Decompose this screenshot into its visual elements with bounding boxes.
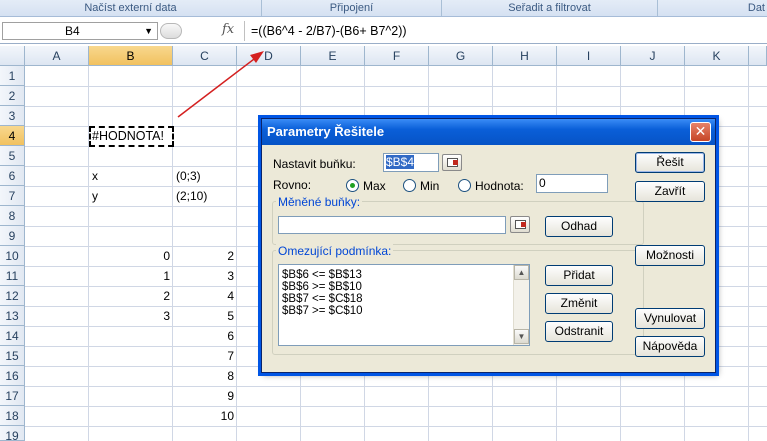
cell-b6[interactable]: x <box>92 166 98 186</box>
column-header-i[interactable]: I <box>557 46 621 66</box>
solve-button[interactable]: Řešit <box>635 152 705 173</box>
radio-value-label: Hodnota: <box>475 179 524 193</box>
cell-b11[interactable]: 1 <box>89 266 173 286</box>
dialog-title-bar[interactable]: Parametry Řešitele <box>262 119 715 145</box>
column-header-l[interactable] <box>749 46 767 66</box>
collapse-dialog-icon[interactable] <box>442 154 462 171</box>
row-header-14[interactable]: 14 <box>0 326 25 346</box>
cell-c12[interactable]: 4 <box>173 286 237 306</box>
list-item[interactable]: $B$7 >= $C$10 <box>282 305 363 317</box>
cell-c6[interactable]: (0;3) <box>176 166 201 186</box>
cell-b13[interactable]: 3 <box>89 306 173 326</box>
scroll-up-icon[interactable]: ▲ <box>514 265 529 280</box>
row-header-19[interactable]: 19 <box>0 426 25 441</box>
column-header-j[interactable]: J <box>621 46 685 66</box>
column-header-k[interactable]: K <box>685 46 749 66</box>
ribbon-group-data-tools[interactable]: Dat <box>658 0 767 16</box>
add-button[interactable]: Přidat <box>545 265 613 286</box>
select-all-corner[interactable] <box>0 46 25 66</box>
ribbon-group-connections[interactable]: Připojení <box>262 0 442 16</box>
column-header-e[interactable]: E <box>301 46 365 66</box>
changing-cells-label: Měněné buňky: <box>276 195 363 209</box>
name-box-value: B4 <box>65 24 80 38</box>
list-item[interactable]: $B$7 <= $C$18 <box>282 293 363 305</box>
row-header-4[interactable]: 4 <box>0 126 25 146</box>
value-input[interactable]: 0 <box>536 174 608 193</box>
options-button[interactable]: Možnosti <box>635 245 705 266</box>
list-item[interactable]: $B$6 <= $B$13 <box>282 269 362 281</box>
row-header-17[interactable]: 17 <box>0 386 25 406</box>
constraints-label: Omezující podmínka: <box>276 244 394 258</box>
radio-max[interactable] <box>346 179 359 192</box>
delete-button[interactable]: Odstranit <box>545 321 613 342</box>
formula-bar-resize-handle[interactable] <box>160 23 182 39</box>
column-header-h[interactable]: H <box>493 46 557 66</box>
cell-c15[interactable]: 7 <box>173 346 237 366</box>
row-header-9[interactable]: 9 <box>0 226 25 246</box>
formula-input[interactable]: =((B6^4 - 2/B7)-(B6+ B7^2)) <box>244 21 766 41</box>
close-icon[interactable]: ✕ <box>690 122 711 142</box>
annotation-arrow <box>177 51 264 118</box>
guess-button[interactable]: Odhad <box>545 216 613 237</box>
equal-to-label: Rovno: <box>273 178 312 192</box>
name-box[interactable]: B4 ▼ <box>2 22 158 40</box>
cell-c18[interactable]: 10 <box>173 406 237 426</box>
constraints-scrollbar[interactable]: ▲ ▼ <box>513 265 529 345</box>
ribbon-group-get-external-data[interactable]: Načíst externí data <box>0 0 262 16</box>
help-button[interactable]: Nápověda <box>635 336 705 357</box>
set-cell-value: $B$4 <box>386 155 415 169</box>
radio-min[interactable] <box>403 179 416 192</box>
formula-bar: B4 ▼ fx =((B6^4 - 2/B7)-(B6+ B7^2)) <box>0 18 767 44</box>
row-header-16[interactable]: 16 <box>0 366 25 386</box>
cell-b4-active[interactable]: #HODNOTA! <box>89 126 174 147</box>
cell-b7[interactable]: y <box>92 186 98 206</box>
column-header-a[interactable]: A <box>25 46 89 66</box>
radio-max-label: Max <box>363 179 386 193</box>
cell-c11[interactable]: 3 <box>173 266 237 286</box>
ribbon-group-strip: Načíst externí data Připojení Seřadit a … <box>0 0 767 17</box>
close-button[interactable]: Zavřít <box>635 181 705 202</box>
column-header-b[interactable]: B <box>89 46 173 66</box>
cell-c7[interactable]: (2;10) <box>176 186 207 206</box>
set-cell-label: Nastavit buňku: <box>273 157 356 171</box>
list-item[interactable]: $B$6 >= $B$10 <box>282 281 362 293</box>
solver-dialog: Parametry Řešitele ✕ Nastavit buňku: $B$… <box>261 118 716 373</box>
column-header-g[interactable]: G <box>429 46 493 66</box>
cell-c17[interactable]: 9 <box>173 386 237 406</box>
row-header-2[interactable]: 2 <box>0 86 25 106</box>
row-header-5[interactable]: 5 <box>0 146 25 166</box>
set-cell-input[interactable]: $B$4 <box>383 153 439 172</box>
scroll-down-icon[interactable]: ▼ <box>514 329 529 344</box>
row-header-12[interactable]: 12 <box>0 286 25 306</box>
constraints-list[interactable]: $B$6 <= $B$13 $B$6 >= $B$10 $B$7 <= $C$1… <box>278 264 530 346</box>
row-header-3[interactable]: 3 <box>0 106 25 126</box>
radio-min-label: Min <box>420 179 440 193</box>
cell-b12[interactable]: 2 <box>89 286 173 306</box>
row-header-1[interactable]: 1 <box>0 66 25 86</box>
cell-c13[interactable]: 5 <box>173 306 237 326</box>
collapse-changing-cells-icon[interactable] <box>510 216 530 233</box>
row-header-18[interactable]: 18 <box>0 406 25 426</box>
row-header-7[interactable]: 7 <box>0 186 25 206</box>
chevron-down-icon[interactable]: ▼ <box>144 23 153 39</box>
row-header-6[interactable]: 6 <box>0 166 25 186</box>
row-header-15[interactable]: 15 <box>0 346 25 366</box>
row-header-11[interactable]: 11 <box>0 266 25 286</box>
dialog-title: Parametry Řešitele <box>267 124 385 139</box>
row-header-10[interactable]: 10 <box>0 246 25 266</box>
column-header-f[interactable]: F <box>365 46 429 66</box>
cell-c14[interactable]: 6 <box>173 326 237 346</box>
change-button[interactable]: Změnit <box>545 293 613 314</box>
row-header-13[interactable]: 13 <box>0 306 25 326</box>
changing-cells-input[interactable] <box>278 216 506 234</box>
row-header-8[interactable]: 8 <box>0 206 25 226</box>
ribbon-group-sort-filter[interactable]: Seřadit a filtrovat <box>442 0 658 16</box>
cell-b10[interactable]: 0 <box>89 246 173 266</box>
reset-button[interactable]: Vynulovat <box>635 308 705 329</box>
insert-function-icon[interactable]: fx <box>222 22 234 37</box>
cell-c10[interactable]: 2 <box>173 246 237 266</box>
radio-value[interactable] <box>458 179 471 192</box>
cell-c16[interactable]: 8 <box>173 366 237 386</box>
